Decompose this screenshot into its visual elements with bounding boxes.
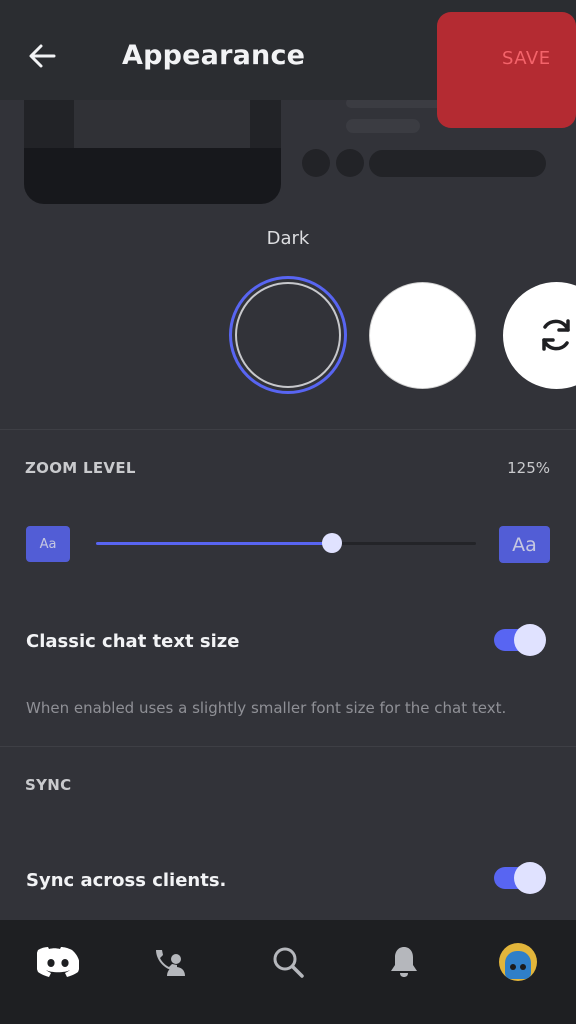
profile-avatar xyxy=(499,943,537,981)
zoom-level-header: ZOOM LEVEL xyxy=(25,459,136,477)
zoom-decrease-button[interactable]: Aa xyxy=(26,526,70,562)
theme-swatch-dark[interactable] xyxy=(229,276,347,394)
section-divider xyxy=(0,746,576,747)
sync-toggle[interactable] xyxy=(494,862,546,894)
back-arrow-icon xyxy=(29,44,56,68)
zoom-level-value: 125% xyxy=(507,459,550,477)
selected-theme-label: Dark xyxy=(266,228,310,249)
page-title: Appearance xyxy=(122,40,306,71)
preview-dot xyxy=(336,149,364,177)
preview-message-line xyxy=(346,119,420,133)
avatar-eye xyxy=(510,964,516,970)
sync-refresh-icon xyxy=(542,319,570,351)
save-button[interactable]: SAVE xyxy=(437,12,576,128)
preview-input-pill xyxy=(369,150,546,177)
toggle-knob xyxy=(514,862,546,894)
theme-swatch-sync[interactable] xyxy=(503,282,576,389)
toggle-knob xyxy=(514,624,546,656)
nav-notifications[interactable] xyxy=(374,940,434,984)
classic-chat-text-size-label: Classic chat text size xyxy=(26,631,240,652)
discord-home-icon xyxy=(37,947,79,977)
nav-profile[interactable] xyxy=(488,940,548,984)
classic-chat-toggle[interactable] xyxy=(494,624,546,656)
back-button[interactable] xyxy=(24,36,60,76)
sync-across-clients-label: Sync across clients. xyxy=(26,870,227,891)
avatar-eye xyxy=(520,964,526,970)
sync-header: SYNC xyxy=(25,776,72,794)
section-divider xyxy=(0,429,576,430)
notifications-bell-icon xyxy=(391,947,417,977)
theme-swatch-light[interactable] xyxy=(369,282,476,389)
avatar-figure xyxy=(505,951,531,979)
swatch-inner-ring xyxy=(235,282,341,388)
friends-icon xyxy=(156,950,185,976)
aa-large-label: Aa xyxy=(512,533,537,556)
zoom-slider-track[interactable] xyxy=(96,533,476,553)
classic-chat-description: When enabled uses a slightly smaller fon… xyxy=(26,699,507,717)
save-label: SAVE xyxy=(502,48,551,69)
nav-friends[interactable] xyxy=(140,940,200,984)
zoom-increase-button[interactable]: Aa xyxy=(499,526,550,563)
zoom-slider-thumb[interactable] xyxy=(321,533,342,553)
preview-dot xyxy=(302,149,330,177)
nav-home[interactable] xyxy=(28,940,88,984)
nav-search[interactable] xyxy=(258,940,318,984)
search-icon xyxy=(273,947,304,978)
bottom-navigation xyxy=(0,920,576,1024)
aa-small-label: Aa xyxy=(39,536,57,552)
zoom-slider-fill xyxy=(96,542,332,545)
appearance-screen: Appearance SAVE Dark ZOOM LEVEL 125% Aa … xyxy=(0,0,576,1024)
